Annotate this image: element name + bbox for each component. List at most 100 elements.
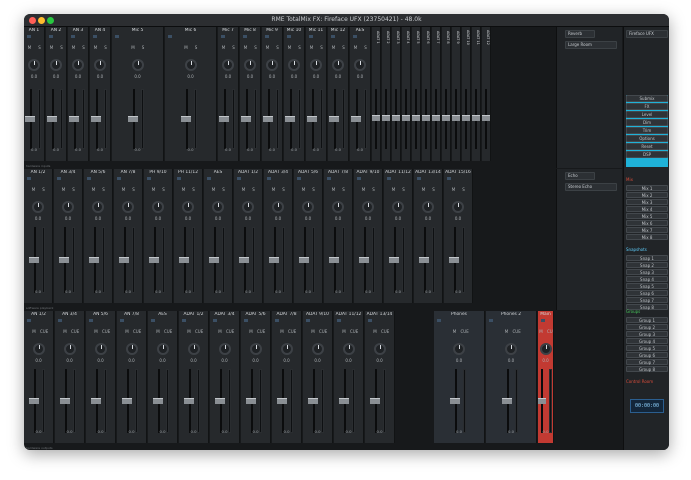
fader-handle[interactable] [472, 115, 480, 121]
solo-button[interactable]: S [252, 45, 260, 50]
mute-button[interactable]: M [182, 45, 190, 50]
fader-handle[interactable] [538, 397, 546, 404]
mute-button[interactable]: M [308, 45, 316, 50]
fader-handle[interactable] [238, 256, 249, 263]
device-select[interactable]: Fireface UFX [626, 30, 668, 38]
channel-settings-icon[interactable] [489, 319, 493, 322]
gain-knob[interactable] [272, 201, 284, 213]
mute-button[interactable]: M [70, 45, 78, 50]
options-item[interactable]: Reset [626, 143, 668, 150]
fader-handle[interactable] [462, 115, 470, 121]
channel-settings-icon[interactable] [87, 177, 91, 180]
reverb-type-select[interactable]: Large Room [565, 41, 617, 49]
gain-knob[interactable] [131, 59, 144, 71]
gain-knob[interactable] [266, 59, 278, 71]
channel-settings-icon[interactable] [327, 177, 331, 180]
mute-button[interactable]: M [330, 45, 338, 50]
mute-button[interactable]: M [154, 329, 162, 334]
channel-settings-icon[interactable] [93, 35, 97, 38]
channel-settings-icon[interactable] [49, 35, 53, 38]
group-item[interactable]: Group 3 [626, 331, 668, 337]
solo-button[interactable]: S [370, 187, 378, 192]
channel-settings-icon[interactable] [287, 35, 291, 38]
gain-knob[interactable] [122, 201, 134, 213]
echo-title[interactable]: Echo [565, 172, 595, 180]
options-item[interactable]: DSP [626, 151, 668, 158]
channel-settings-icon[interactable] [27, 319, 31, 322]
mute-button[interactable]: M [120, 187, 128, 192]
fader-handle[interactable] [215, 397, 225, 404]
mute-button[interactable]: M [270, 187, 278, 192]
gain-knob[interactable] [342, 343, 355, 355]
mute-button[interactable]: M [360, 187, 368, 192]
solo-button[interactable]: S [280, 187, 288, 192]
solo-button[interactable]: S [100, 187, 108, 192]
channel-settings-icon[interactable] [120, 319, 124, 322]
snapshot-item[interactable]: Snap 4 [626, 276, 668, 282]
solo-button[interactable]: CUE [102, 329, 110, 334]
channel-settings-icon[interactable] [368, 319, 372, 322]
mute-button[interactable]: M [216, 329, 224, 334]
solo-button[interactable]: CUE [226, 329, 234, 334]
fader-handle[interactable] [262, 116, 273, 122]
fader-handle[interactable] [370, 397, 380, 404]
solo-button[interactable]: S [250, 187, 258, 192]
mix-item[interactable]: Mix 4 [626, 206, 668, 212]
gain-knob[interactable] [242, 201, 254, 213]
snapshot-item[interactable]: Snap 3 [626, 269, 668, 275]
snapshot-item[interactable]: Snap 2 [626, 262, 668, 268]
fader-handle[interactable] [501, 397, 512, 404]
mix-item[interactable]: Mix 3 [626, 199, 668, 205]
mute-button[interactable]: M [309, 329, 317, 334]
fader-handle[interactable] [418, 256, 429, 263]
fader-handle[interactable] [402, 115, 410, 121]
channel-settings-icon[interactable] [306, 319, 310, 322]
options-item[interactable]: Level [626, 111, 668, 118]
mute-button[interactable]: M [330, 187, 338, 192]
solo-button[interactable]: CUE [164, 329, 172, 334]
mute-button[interactable]: M [503, 329, 511, 334]
gain-knob[interactable] [392, 201, 404, 213]
fader-handle[interactable] [88, 256, 99, 263]
fader-handle[interactable] [218, 116, 229, 122]
solo-button[interactable]: S [139, 45, 147, 50]
gain-knob[interactable] [182, 201, 194, 213]
mix-item[interactable]: Mix 7 [626, 227, 668, 233]
solo-button[interactable]: S [340, 45, 348, 50]
solo-button[interactable]: S [80, 45, 88, 50]
solo-button[interactable]: CUE [461, 329, 469, 334]
mute-button[interactable]: M [286, 45, 294, 50]
channel-settings-icon[interactable] [221, 35, 225, 38]
solo-button[interactable]: CUE [547, 329, 553, 334]
fader-handle[interactable] [178, 256, 189, 263]
fader-handle[interactable] [328, 116, 339, 122]
gain-knob[interactable] [187, 343, 200, 355]
fader-handle[interactable] [277, 397, 287, 404]
channel-settings-icon[interactable] [207, 177, 211, 180]
mute-button[interactable]: M [61, 329, 69, 334]
gain-knob[interactable] [50, 59, 62, 71]
mix-item[interactable]: Mix 2 [626, 192, 668, 198]
mute-button[interactable]: M [420, 187, 428, 192]
snapshot-item[interactable]: Snap 6 [626, 290, 668, 296]
channel-settings-icon[interactable] [357, 177, 361, 180]
mute-button[interactable]: M [390, 187, 398, 192]
channel-settings-icon[interactable] [27, 177, 31, 180]
fader-handle[interactable] [358, 256, 369, 263]
mix-item[interactable]: Mix 8 [626, 234, 668, 240]
fader-handle[interactable] [153, 397, 163, 404]
mix-item[interactable]: Mix 1 [626, 185, 668, 191]
gain-knob[interactable] [422, 201, 434, 213]
channel-settings-icon[interactable] [168, 35, 172, 38]
options-item[interactable]: Dim [626, 119, 668, 126]
gain-knob[interactable] [62, 201, 74, 213]
fader-handle[interactable] [328, 256, 339, 263]
solo-button[interactable]: CUE [381, 329, 389, 334]
fader-handle[interactable] [388, 256, 399, 263]
channel-settings-icon[interactable] [541, 319, 545, 322]
channel-settings-icon[interactable] [147, 177, 151, 180]
gain-knob[interactable] [32, 201, 44, 213]
fader-handle[interactable] [412, 115, 420, 121]
fader-handle[interactable] [392, 115, 400, 121]
gain-knob[interactable] [302, 201, 314, 213]
